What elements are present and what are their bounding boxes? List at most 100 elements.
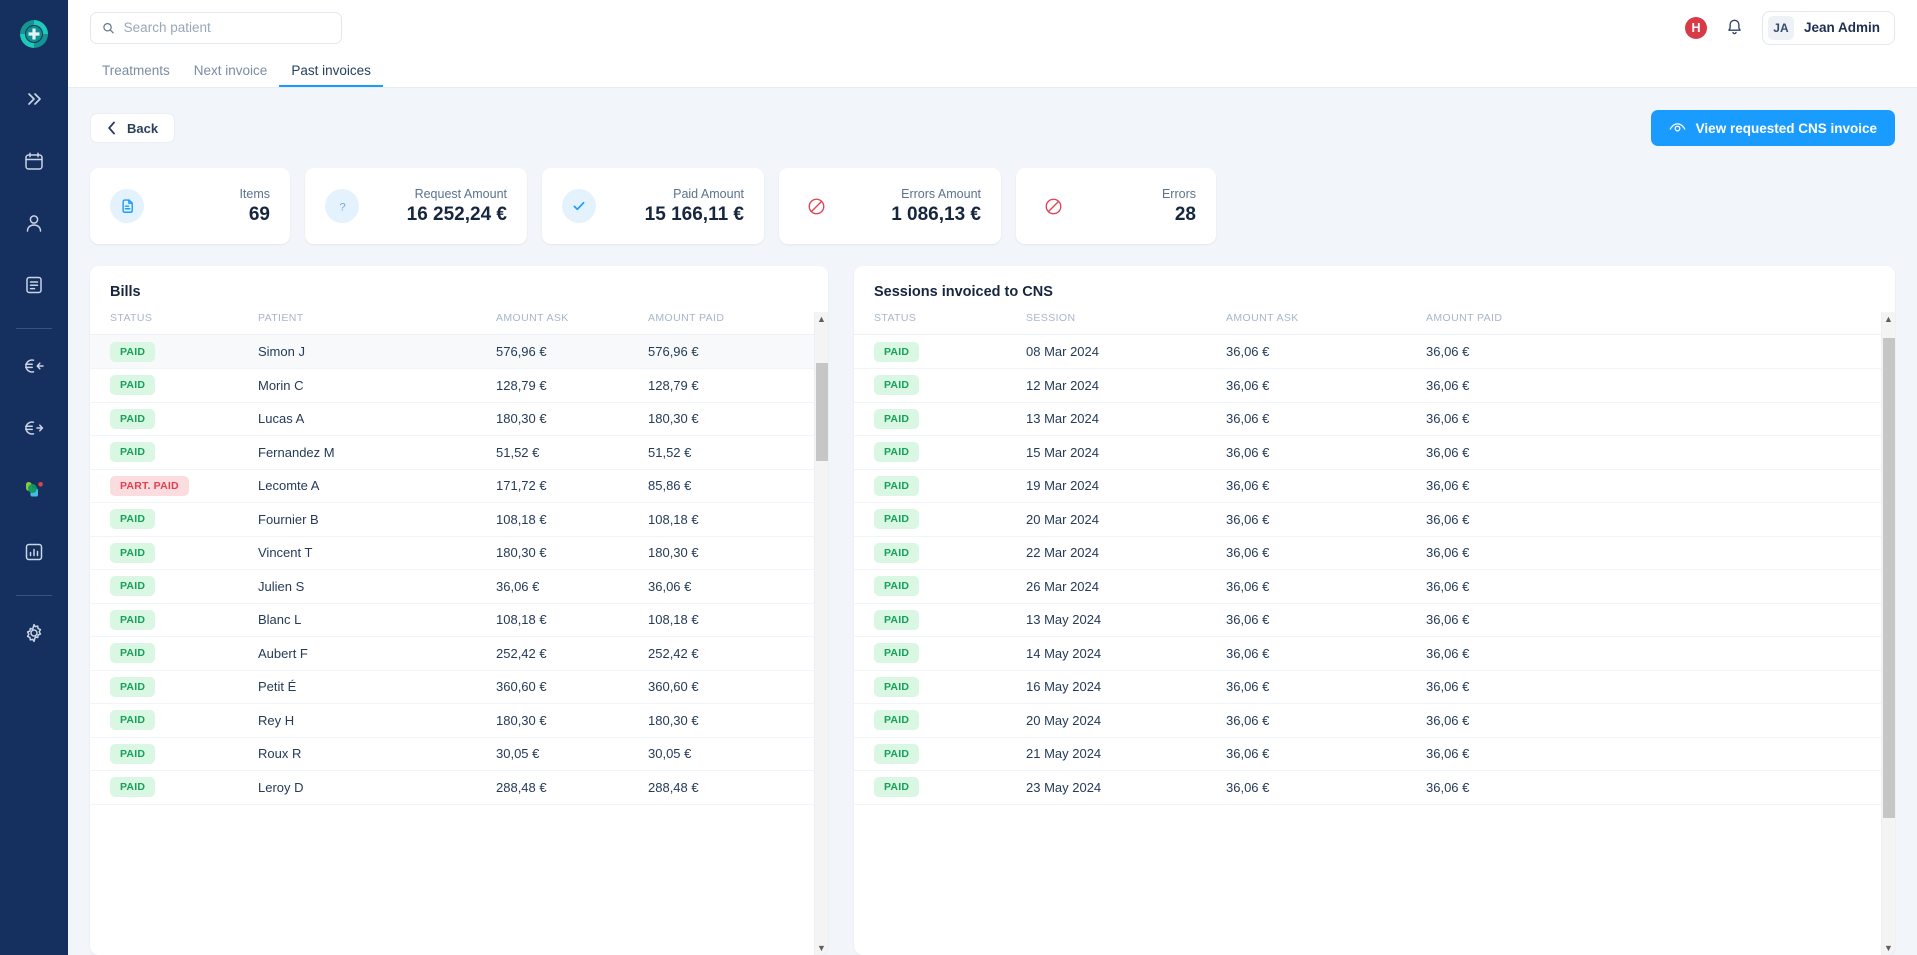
table-row[interactable]: PAID 22 Mar 2024 36,06 €36,06 € bbox=[854, 536, 1881, 570]
sessions-scroll-down-arrow[interactable]: ▼ bbox=[1882, 941, 1896, 955]
cell-status: PAID bbox=[854, 435, 1026, 470]
cell-amount-paid: 36,06 € bbox=[1426, 737, 1881, 771]
stat-card-items: Items 69 bbox=[90, 168, 290, 244]
table-row[interactable]: PAID 15 Mar 2024 36,06 €36,06 € bbox=[854, 435, 1881, 470]
sidebar-item-incoming-payments[interactable] bbox=[12, 344, 56, 388]
table-row[interactable]: PAID Blanc L 108,18 €108,18 € bbox=[90, 603, 814, 637]
cell-session: 22 Mar 2024 bbox=[1026, 536, 1226, 570]
search-patient-box[interactable] bbox=[90, 11, 342, 44]
cell-amount-paid: 36,06 € bbox=[1426, 335, 1881, 369]
forbidden-icon bbox=[808, 198, 824, 214]
table-row[interactable]: PAID Petit É 360,60 €360,60 € bbox=[90, 670, 814, 704]
tab-past-invoices[interactable]: Past invoices bbox=[279, 63, 383, 87]
table-row[interactable]: PAID Rey H 180,30 €180,30 € bbox=[90, 703, 814, 738]
status-badge: PAID bbox=[110, 375, 156, 396]
sidebar-item-apps[interactable] bbox=[12, 468, 56, 512]
table-row[interactable]: PAID Leroy D 288,48 €288,48 € bbox=[90, 770, 814, 805]
cell-amount-ask: 36,06 € bbox=[1226, 368, 1426, 403]
status-badge: PAID bbox=[110, 576, 156, 597]
table-row[interactable]: PAID 20 Mar 2024 36,06 €36,06 € bbox=[854, 502, 1881, 537]
table-row[interactable]: PAID Roux R 30,05 €30,05 € bbox=[90, 737, 814, 771]
table-row[interactable]: PAID 23 May 2024 36,06 €36,06 € bbox=[854, 770, 1881, 805]
notifications-button[interactable] bbox=[1725, 18, 1744, 37]
sidebar-item-expand-sidebar[interactable] bbox=[12, 77, 56, 121]
sidebar-item-outgoing-payments[interactable] bbox=[12, 406, 56, 450]
main-area: H JA Jean Admin Treatments Next invoice … bbox=[68, 0, 1917, 955]
cell-amount-paid: 180,30 € bbox=[648, 402, 814, 436]
table-row[interactable]: PAID 08 Mar 2024 36,06 €36,06 € bbox=[854, 335, 1881, 369]
help-badge[interactable]: H bbox=[1684, 16, 1707, 39]
table-row[interactable]: PAID 20 May 2024 36,06 €36,06 € bbox=[854, 703, 1881, 738]
sessions-scroll-up-arrow[interactable]: ▲ bbox=[1882, 312, 1896, 326]
stat-label-request-amount: Request Amount bbox=[414, 186, 507, 201]
cell-session: 15 Mar 2024 bbox=[1026, 435, 1226, 470]
cell-status: PAID bbox=[854, 770, 1026, 805]
sessions-scroll-track[interactable] bbox=[1882, 326, 1896, 941]
cell-amount-paid: 360,60 € bbox=[648, 670, 814, 704]
cell-status: PAID bbox=[854, 536, 1026, 570]
app-logo[interactable] bbox=[0, 0, 68, 68]
search-input[interactable] bbox=[123, 20, 330, 35]
cell-status: PAID bbox=[854, 636, 1026, 671]
bills-scroll-up-arrow[interactable]: ▲ bbox=[815, 312, 829, 326]
cell-amount-paid: 85,86 € bbox=[648, 469, 814, 503]
cell-session: 13 Mar 2024 bbox=[1026, 402, 1226, 436]
sidebar-item-statistics[interactable] bbox=[12, 530, 56, 574]
cell-status: PAID bbox=[854, 335, 1026, 369]
bills-scroll-down-arrow[interactable]: ▼ bbox=[815, 941, 829, 955]
bills-scroll-pane: PAID Simon J 576,96 €576,96 € PAID Morin C 12… bbox=[90, 335, 814, 955]
cell-amount-paid: 108,18 € bbox=[648, 502, 814, 537]
forbidden-icon-wrap-amount bbox=[799, 189, 833, 223]
sessions-col-session: SESSION bbox=[1026, 312, 1226, 335]
table-row[interactable]: PAID Vincent T 180,30 €180,30 € bbox=[90, 536, 814, 570]
user-menu[interactable]: JA Jean Admin bbox=[1761, 10, 1895, 45]
sidebar-item-settings[interactable] bbox=[12, 611, 56, 655]
back-button[interactable]: Back bbox=[90, 113, 176, 143]
table-row[interactable]: PAID Fernandez M 51,52 €51,52 € bbox=[90, 435, 814, 470]
table-row[interactable]: PAID 26 Mar 2024 36,06 €36,06 € bbox=[854, 569, 1881, 604]
table-row[interactable]: PAID 13 Mar 2024 36,06 €36,06 € bbox=[854, 402, 1881, 436]
tab-next-invoice[interactable]: Next invoice bbox=[182, 63, 280, 88]
sessions-scroll-thumb[interactable] bbox=[1882, 338, 1895, 818]
table-row[interactable]: PAID Simon J 576,96 €576,96 € bbox=[90, 335, 814, 369]
table-row[interactable]: PAID 19 Mar 2024 36,06 €36,06 € bbox=[854, 469, 1881, 503]
bills-scrollbar[interactable]: ▲ ▼ bbox=[814, 312, 828, 955]
sidebar-item-calendar[interactable] bbox=[12, 139, 56, 183]
stat-value-items: 69 bbox=[248, 203, 270, 225]
view-requested-cns-invoice-button[interactable]: View requested CNS invoice bbox=[1650, 110, 1895, 146]
check-icon bbox=[573, 201, 585, 211]
sidebar-item-patients[interactable] bbox=[12, 201, 56, 245]
status-badge: PAID bbox=[110, 442, 156, 463]
cell-patient: Petit É bbox=[258, 670, 496, 704]
status-badge: PAID bbox=[110, 609, 156, 630]
tab-treatments[interactable]: Treatments bbox=[90, 63, 182, 88]
cell-amount-paid: 36,06 € bbox=[1426, 603, 1881, 637]
cell-status: PAID bbox=[90, 737, 258, 771]
table-row[interactable]: PART. PAID Lecomte A 171,72 €85,86 € bbox=[90, 469, 814, 503]
table-row[interactable]: PAID Aubert F 252,42 €252,42 € bbox=[90, 636, 814, 671]
table-row[interactable]: PAID Morin C 128,79 €128,79 € bbox=[90, 368, 814, 403]
status-badge: PAID bbox=[874, 609, 920, 630]
sidebar-item-documents[interactable] bbox=[12, 263, 56, 307]
bills-scroll-thumb[interactable] bbox=[815, 362, 828, 462]
table-row[interactable]: PAID 21 May 2024 36,06 €36,06 € bbox=[854, 737, 1881, 771]
cell-amount-paid: 51,52 € bbox=[648, 435, 814, 470]
status-badge: PAID bbox=[874, 341, 920, 362]
sessions-scrollbar[interactable]: ▲ ▼ bbox=[1881, 312, 1895, 955]
cell-amount-ask: 30,05 € bbox=[496, 737, 648, 771]
cell-status: PAID bbox=[90, 502, 258, 537]
table-row[interactable]: PAID 12 Mar 2024 36,06 €36,06 € bbox=[854, 368, 1881, 403]
table-row[interactable]: PAID Lucas A 180,30 €180,30 € bbox=[90, 402, 814, 436]
bills-scroll-track[interactable] bbox=[815, 326, 829, 941]
stat-cards: Items 69 ? Request Amount 16 252,24 € Pa… bbox=[90, 168, 1895, 244]
table-row[interactable]: PAID 16 May 2024 36,06 €36,06 € bbox=[854, 670, 1881, 704]
table-row[interactable]: PAID Fournier B 108,18 €108,18 € bbox=[90, 502, 814, 537]
table-row[interactable]: PAID 14 May 2024 36,06 €36,06 € bbox=[854, 636, 1881, 671]
cell-amount-paid: 128,79 € bbox=[648, 368, 814, 403]
cell-status: PAID bbox=[90, 703, 258, 738]
calendar-icon bbox=[25, 152, 43, 170]
table-row[interactable]: PAID Julien S 36,06 €36,06 € bbox=[90, 569, 814, 604]
stat-value-request-amount: 16 252,24 € bbox=[406, 203, 507, 225]
sessions-table-wrap: STATUS SESSION AMOUNT ASK AMOUNT PAID PA… bbox=[854, 312, 1895, 955]
table-row[interactable]: PAID 13 May 2024 36,06 €36,06 € bbox=[854, 603, 1881, 637]
